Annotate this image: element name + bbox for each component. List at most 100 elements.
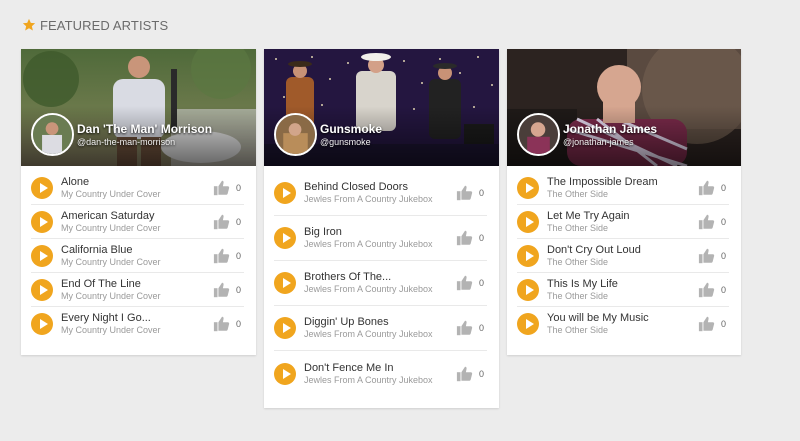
artist-banner[interactable]: Gunsmoke @gunsmoke — [264, 49, 499, 166]
thumbs-up-icon[interactable] — [456, 184, 474, 202]
track-album: The Other Side — [547, 290, 609, 301]
track-album: My Country Under Cover — [61, 325, 161, 335]
artist-handle[interactable]: @gunsmoke — [320, 137, 371, 147]
thumbs-up-icon[interactable] — [698, 247, 716, 265]
like-count: 0 — [721, 216, 727, 227]
play-button[interactable] — [274, 317, 296, 339]
like-count: 0 — [479, 323, 485, 333]
play-button[interactable] — [31, 244, 53, 267]
artist-avatar[interactable] — [517, 113, 560, 156]
track-title[interactable]: You will be My Music — [547, 312, 694, 325]
track-title[interactable]: American Saturday — [61, 210, 209, 223]
track-title[interactable]: Let Me Try Again — [547, 210, 694, 223]
thumbs-up-icon[interactable] — [213, 213, 231, 231]
play-button[interactable] — [517, 244, 539, 267]
track-row: Diggin' Up Bones Jewles From A Country Ju… — [274, 306, 487, 351]
track-row: American Saturday My Country Under Cover … — [31, 205, 244, 239]
artist-name[interactable]: Gunsmoke — [320, 122, 382, 136]
thumbs-up-icon[interactable] — [213, 315, 231, 333]
like-count: 0 — [721, 182, 727, 193]
thumbs-up-icon[interactable] — [213, 281, 231, 299]
thumbs-up-icon[interactable] — [698, 213, 716, 231]
play-button[interactable] — [517, 210, 539, 233]
track-title[interactable]: Brothers Of The... — [304, 271, 452, 284]
track-album: Jewles From A Country Jukebox — [304, 374, 433, 385]
play-button[interactable] — [274, 227, 296, 249]
track-title[interactable]: End Of The Line — [61, 278, 209, 291]
track-album: My Country Under Cover — [61, 188, 161, 199]
artist-card: Jonathan James @jonathan-james The Impos… — [507, 49, 741, 355]
track-album: The Other Side — [547, 325, 609, 335]
thumbs-up-icon[interactable] — [456, 229, 474, 247]
thumbs-up-icon[interactable] — [698, 315, 716, 333]
play-button[interactable] — [274, 182, 296, 204]
like-count: 0 — [721, 250, 727, 261]
track-album: The Other Side — [547, 222, 609, 233]
play-button[interactable] — [31, 176, 53, 199]
track-row: The Impossible Dream The Other Side 0 — [517, 171, 729, 205]
track-title[interactable]: Every Night I Go... — [61, 312, 209, 325]
play-icon — [525, 182, 534, 193]
thumbs-up-icon[interactable] — [213, 179, 231, 197]
track-row: Let Me Try Again The Other Side 0 — [517, 205, 729, 239]
artist-banner[interactable]: Jonathan James @jonathan-james — [507, 49, 741, 166]
like-count: 0 — [479, 368, 485, 379]
artist-handle[interactable]: @dan-the-man-morrison — [77, 137, 175, 147]
track-title[interactable]: The Impossible Dream — [547, 176, 694, 189]
thumbs-up-icon[interactable] — [698, 281, 716, 299]
artist-handle[interactable]: @jonathan-james — [563, 137, 634, 147]
play-icon — [39, 216, 48, 227]
artist-name[interactable]: Dan 'The Man' Morrison — [77, 122, 212, 136]
artist-avatar[interactable] — [274, 113, 317, 156]
track-list: Behind Closed Doors Jewles From A Country… — [264, 166, 499, 396]
play-button[interactable] — [517, 313, 539, 335]
track-title[interactable]: Diggin' Up Bones — [304, 316, 452, 329]
play-button[interactable] — [31, 313, 53, 335]
track-album: My Country Under Cover — [61, 256, 161, 267]
track-row: Don't Fence Me In Jewles From A Country J… — [274, 351, 487, 396]
play-button[interactable] — [274, 272, 296, 294]
like-count: 0 — [479, 278, 485, 288]
like-count: 0 — [236, 319, 242, 329]
play-button[interactable] — [517, 176, 539, 199]
track-title[interactable]: Don't Fence Me In — [304, 362, 452, 375]
track-row: Big Iron Jewles From A Country Jukebox 0 — [274, 216, 487, 261]
track-album: My Country Under Cover — [61, 222, 161, 233]
track-album: Jewles From A Country Jukebox — [304, 284, 433, 294]
artist-banner[interactable]: Dan 'The Man' Morrison @dan-the-man-morr… — [21, 49, 256, 166]
track-title[interactable]: Big Iron — [304, 226, 452, 239]
track-row: Brothers Of The... Jewles From A Country … — [274, 261, 487, 306]
artist-name[interactable]: Jonathan James — [563, 122, 657, 136]
like-count: 0 — [721, 319, 727, 329]
thumbs-up-icon[interactable] — [213, 247, 231, 265]
play-icon — [525, 319, 534, 329]
play-icon — [282, 188, 291, 198]
play-button[interactable] — [517, 278, 539, 301]
artist-avatar[interactable] — [31, 113, 74, 156]
play-button[interactable] — [274, 362, 296, 385]
play-button[interactable] — [31, 210, 53, 233]
artist-card: Gunsmoke @gunsmoke Behind Closed Doors Je… — [264, 49, 499, 408]
track-title[interactable]: This Is My Life — [547, 278, 694, 291]
track-row: Every Night I Go... My Country Under Cove… — [31, 307, 244, 341]
track-title[interactable]: California Blue — [61, 244, 209, 257]
track-album: The Other Side — [547, 256, 609, 267]
artist-card: Dan 'The Man' Morrison @dan-the-man-morr… — [21, 49, 256, 355]
thumbs-up-icon[interactable] — [456, 319, 474, 337]
star-icon — [22, 18, 36, 31]
like-count: 0 — [479, 233, 485, 243]
track-album: Jewles From A Country Jukebox — [304, 194, 433, 204]
track-row: End Of The Line My Country Under Cover 0 — [31, 273, 244, 307]
track-title[interactable]: Alone — [61, 176, 209, 189]
track-title[interactable]: Behind Closed Doors — [304, 181, 452, 194]
track-row: You will be My Music The Other Side 0 — [517, 307, 729, 341]
track-title[interactable]: Don't Cry Out Loud — [547, 244, 694, 257]
play-button[interactable] — [31, 278, 53, 301]
track-row: California Blue My Country Under Cover 0 — [31, 239, 244, 273]
like-count: 0 — [721, 284, 727, 295]
track-album: Jewles From A Country Jukebox — [304, 239, 433, 249]
track-album: The Other Side — [547, 188, 609, 199]
thumbs-up-icon[interactable] — [456, 365, 474, 383]
thumbs-up-icon[interactable] — [456, 274, 474, 292]
thumbs-up-icon[interactable] — [698, 179, 716, 197]
